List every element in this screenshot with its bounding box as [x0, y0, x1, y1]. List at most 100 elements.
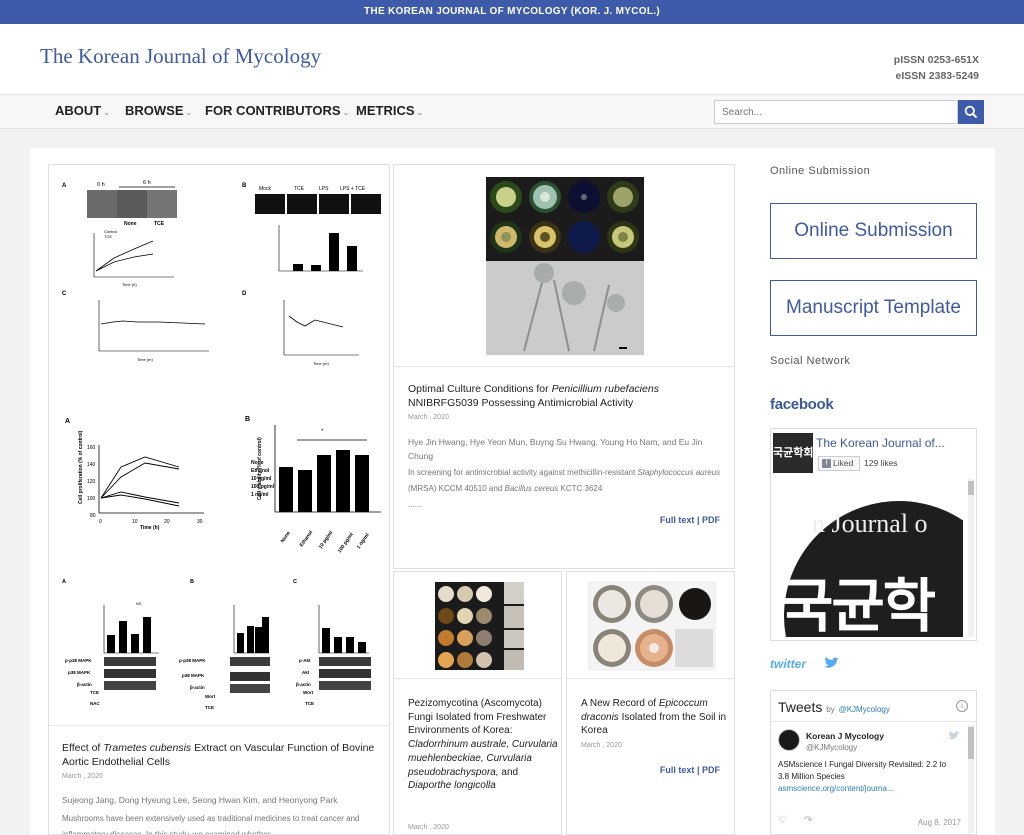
panel-letter: C	[62, 291, 67, 297]
site-header: The Korean Journal of Mycology pISSN 025…	[0, 24, 1024, 94]
online-submission-heading: Online Submission	[770, 165, 871, 177]
bird-icon	[825, 657, 839, 668]
figure-label: 0 h	[97, 182, 105, 188]
info-icon[interactable]: i	[956, 700, 968, 712]
row-label: Wort	[205, 694, 216, 699]
title-part: Pezizomycotina (Ascomycota) Fungi Isolat…	[408, 698, 547, 737]
divider	[394, 366, 734, 367]
nav-metrics-label: METRICS	[356, 103, 415, 118]
article-date: March , 2020	[408, 414, 449, 421]
abstract-part: In screening for antimicrobial activity …	[408, 468, 638, 477]
tweet-author-name[interactable]: Korean J Mycology	[806, 731, 884, 741]
tick-label: 140	[87, 462, 96, 468]
share-icon[interactable]: ↷	[804, 815, 812, 826]
divider	[567, 678, 734, 679]
avatar[interactable]	[778, 729, 800, 751]
article-links: Full text | PDF	[660, 765, 720, 775]
proliferation-chart: 160 140 120 100 80 0 10 20 30 Time (h) N…	[78, 430, 275, 531]
facebook-logo[interactable]: facebook	[770, 396, 834, 413]
figure-label: TCE	[154, 221, 165, 227]
axis-label: Time (h)	[122, 282, 137, 287]
link-separator: |	[696, 765, 700, 775]
panel-letter: A	[65, 418, 70, 425]
tweet-author-handle[interactable]: @KJMycology	[806, 743, 857, 752]
species-name: Trametes cubensis	[103, 742, 192, 754]
facebook-page-name[interactable]: The Korean Journal of...	[816, 436, 945, 450]
chevron-down-icon: ⌄	[342, 108, 350, 117]
species-name: Bacillus cereus	[504, 484, 559, 493]
figure-label: LPS + TCE	[340, 186, 366, 192]
search-input[interactable]	[714, 100, 958, 124]
facebook-page-thumbnail[interactable]: 국균학회	[773, 433, 813, 473]
tweets-by: by	[826, 705, 835, 714]
panel-letter: B	[245, 416, 250, 423]
search-icon	[964, 105, 978, 119]
article-card-penicillium[interactable]: Optimal Culture Conditions for Penicilli…	[393, 164, 735, 569]
article-title[interactable]: A New Record of Epicoccum draconis Isola…	[581, 697, 731, 738]
online-submission-button[interactable]: Online Submission	[770, 203, 977, 259]
article-date: March , 2020	[408, 824, 449, 831]
article-card-pezizomycotina[interactable]: Pezizomycotina (Ascomycota) Fungi Isolat…	[393, 571, 562, 835]
tick-label: 30	[197, 519, 203, 525]
pdf-link[interactable]: PDF	[702, 765, 720, 775]
panel-letter: B	[242, 183, 247, 189]
panel-letter: C	[293, 579, 297, 585]
manuscript-template-button[interactable]: Manuscript Template	[770, 280, 977, 336]
scrollbar[interactable]	[968, 725, 974, 833]
nav-browse[interactable]: BROWSE ⌄	[125, 103, 192, 118]
tweet-date[interactable]: Aug 8, 2017	[918, 818, 961, 827]
tick-label: 120	[87, 479, 96, 485]
article-card-trametes[interactable]: A 0 h 6 h None TCE Control TCE Time (h) …	[48, 164, 390, 835]
facebook-f-icon: f	[822, 459, 831, 468]
search-button[interactable]	[958, 100, 984, 124]
tick-label: None	[280, 530, 292, 544]
facebook-liked-label: Liked	[833, 458, 854, 468]
legend-label: TCE	[104, 234, 112, 239]
site-title[interactable]: The Korean Journal of Mycology	[40, 44, 321, 69]
tweet-link[interactable]: asmscience.org/content/journa...	[778, 784, 894, 793]
figure-label: NS	[136, 601, 142, 606]
abstract-ellipsis: ......	[408, 500, 422, 509]
article-figure	[567, 572, 734, 678]
row-label: TCE	[205, 705, 214, 710]
facebook-likes-count: 129 likes	[864, 458, 898, 468]
panel-letter: A	[62, 183, 67, 189]
row-label: TCE	[90, 690, 99, 695]
facebook-liked-button[interactable]: f Liked	[818, 456, 860, 471]
row-label: TCE	[305, 701, 314, 706]
panel-letter: B	[190, 579, 194, 585]
heart-icon[interactable]: ♡	[778, 815, 787, 826]
article-abstract: Mushrooms have been extensively used as …	[62, 814, 360, 835]
panel-letter: D	[242, 291, 247, 297]
cover-text: 국균학	[780, 574, 936, 637]
article-title[interactable]: Optimal Culture Conditions for Penicilli…	[408, 382, 724, 410]
title-part: Effect of	[62, 742, 104, 754]
abstract-part: (MRSA) KCCM 40510 and	[408, 484, 505, 493]
blot-label: Akt	[302, 670, 310, 675]
tick-label: 100	[87, 496, 96, 502]
article-card-epicoccum[interactable]: A New Record of Epicoccum draconis Isola…	[566, 571, 735, 835]
tweets-handle-link[interactable]: @KJMycology	[839, 705, 890, 714]
article-figure	[394, 165, 734, 365]
nav-for-contributors[interactable]: FOR CONTRIBUTORS ⌄	[205, 103, 349, 118]
cover-text: n Journal o	[812, 509, 928, 538]
pdf-link[interactable]: PDF	[702, 515, 720, 525]
eissn: eISSN 2383-5249	[895, 70, 979, 82]
article-title[interactable]: Effect of Trametes cubensis Extract on V…	[62, 741, 380, 769]
scrollbar[interactable]	[968, 479, 974, 637]
nav-about[interactable]: ABOUT ⌄	[55, 103, 110, 118]
full-text-link[interactable]: Full text	[660, 515, 695, 525]
tick-label: 100 pg/ml	[337, 531, 355, 554]
pissn: pISSN 0253-651X	[893, 54, 979, 66]
tick-label: 10	[132, 519, 138, 525]
article-title[interactable]: Pezizomycotina (Ascomycota) Fungi Isolat…	[408, 697, 558, 793]
full-text-link[interactable]: Full text	[660, 765, 695, 775]
nav-metrics[interactable]: METRICS ⌄	[356, 103, 423, 118]
link-separator: |	[696, 515, 700, 525]
axis-label: Time (m)	[313, 361, 330, 366]
blot-label: β-actin	[296, 682, 311, 687]
blot-label: p38 MAPK	[68, 670, 91, 675]
twitter-logo[interactable]: twitter	[770, 657, 806, 671]
figure-label: Mock	[259, 186, 271, 192]
nav-about-label: ABOUT	[55, 103, 102, 118]
